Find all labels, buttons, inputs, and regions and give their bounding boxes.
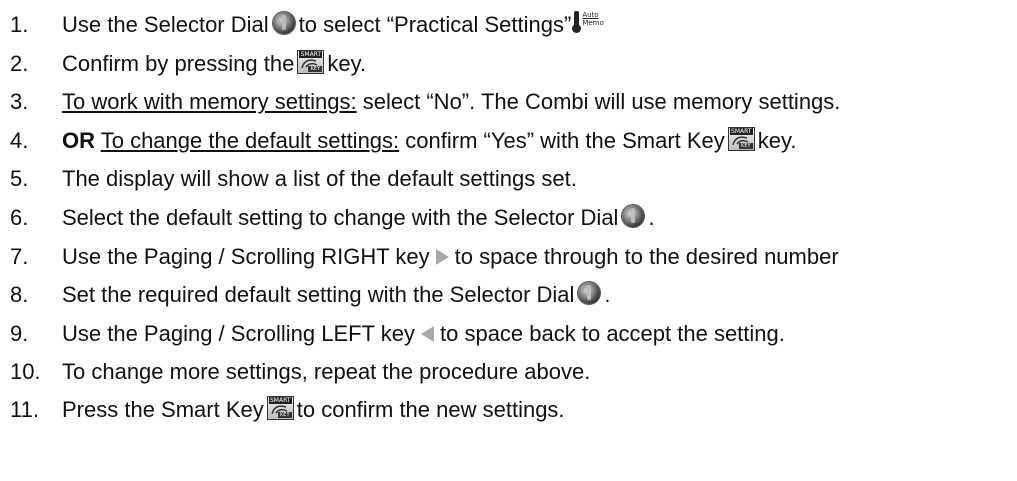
- smart-key-top-label: SMART: [299, 51, 323, 58]
- step-number: 6.: [10, 205, 29, 230]
- step-number: 8.: [10, 282, 29, 307]
- step-text: The display will show a list of the defa…: [62, 161, 577, 197]
- smart-key-icon: SMART KEY: [297, 50, 325, 74]
- step-text-b: key.: [327, 51, 367, 76]
- selector-dial-icon: [578, 282, 601, 304]
- smart-key-bottom-label: KEY: [277, 412, 292, 418]
- step-underlined: To work with memory settings:: [62, 89, 357, 114]
- step-text-a: To change more settings, repeat the proc…: [62, 359, 591, 384]
- step-number: 5.: [10, 166, 29, 191]
- step-text-b: to space back to accept the setting.: [440, 321, 785, 346]
- step-text-a: Use the Paging / Scrolling LEFT key: [62, 321, 415, 346]
- step-text-a: The display will show a list of the defa…: [62, 166, 577, 191]
- smart-key-bottom-label: KEY: [308, 66, 323, 72]
- auto-memo-icon: Auto Memo: [572, 11, 604, 33]
- step-text: Press the Smart Key SMART KEY to confirm th…: [62, 392, 565, 428]
- step-number: 3.: [10, 89, 29, 114]
- smart-key-icon: SMART KEY: [727, 127, 755, 151]
- step-text-b: .: [604, 282, 611, 307]
- arrow-right-icon: [435, 249, 449, 265]
- memo-label: Memo: [582, 19, 604, 27]
- step-text: Use the Paging / Scrolling LEFT key to sp…: [62, 316, 785, 352]
- smart-key-bottom-label: KEY: [738, 143, 753, 149]
- step-text-a: Confirm by pressing the: [62, 51, 295, 76]
- smart-key-top-label: SMART: [268, 397, 292, 404]
- step-number: 11.: [10, 397, 39, 422]
- step-text-a: Use the Selector Dial: [62, 12, 269, 37]
- step-text: OR To change the default settings: confi…: [62, 123, 797, 159]
- step-text-b: .: [648, 205, 655, 230]
- step-number: 4.: [10, 128, 29, 153]
- selector-dial-icon: [622, 205, 645, 227]
- smart-key-top-label: SMART: [729, 128, 753, 135]
- step-text-b: to confirm the new settings.: [296, 397, 565, 422]
- step-text-a: Set the required default setting with th…: [62, 282, 575, 307]
- step-underlined: To change the default settings:: [100, 128, 400, 153]
- step-text-a: Use the Paging / Scrolling RIGHT key: [62, 244, 430, 269]
- step-text: Confirm by pressing the SMART KEY key.: [62, 46, 366, 82]
- step-text: Set the required default setting with th…: [62, 277, 611, 313]
- step-text-b: to space through to the desired number: [454, 244, 839, 269]
- smart-key-icon: SMART KEY: [266, 396, 294, 420]
- selector-dial-icon: [272, 12, 295, 34]
- step-text-a: Select the default setting to change wit…: [62, 205, 619, 230]
- step-text: To change more settings, repeat the proc…: [62, 354, 590, 390]
- step-number: 10.: [10, 359, 41, 384]
- step-text-b: to select “Practical Settings”: [298, 12, 572, 37]
- step-text: Use the Paging / Scrolling RIGHT key to s…: [62, 239, 839, 275]
- step-text-b: select “No”. The Combi will use memory s…: [362, 89, 841, 114]
- step-text: Select the default setting to change wit…: [62, 200, 655, 236]
- step-number: 9.: [10, 321, 29, 346]
- step-text: To work with memory settings: select “No…: [62, 84, 840, 120]
- step-text-a: confirm “Yes” with the Smart Key: [405, 128, 725, 153]
- step-text: Use the Selector Dial to select “Practica…: [62, 7, 604, 43]
- arrow-left-icon: [421, 326, 434, 342]
- step-bold: OR: [62, 128, 95, 153]
- step-text-b: key.: [757, 128, 797, 153]
- step-number: 1.: [10, 12, 29, 37]
- step-number: 2.: [10, 51, 29, 76]
- auto-label: Auto: [582, 11, 599, 19]
- step-text-a: Press the Smart Key: [62, 397, 264, 422]
- step-number: 7.: [10, 244, 29, 269]
